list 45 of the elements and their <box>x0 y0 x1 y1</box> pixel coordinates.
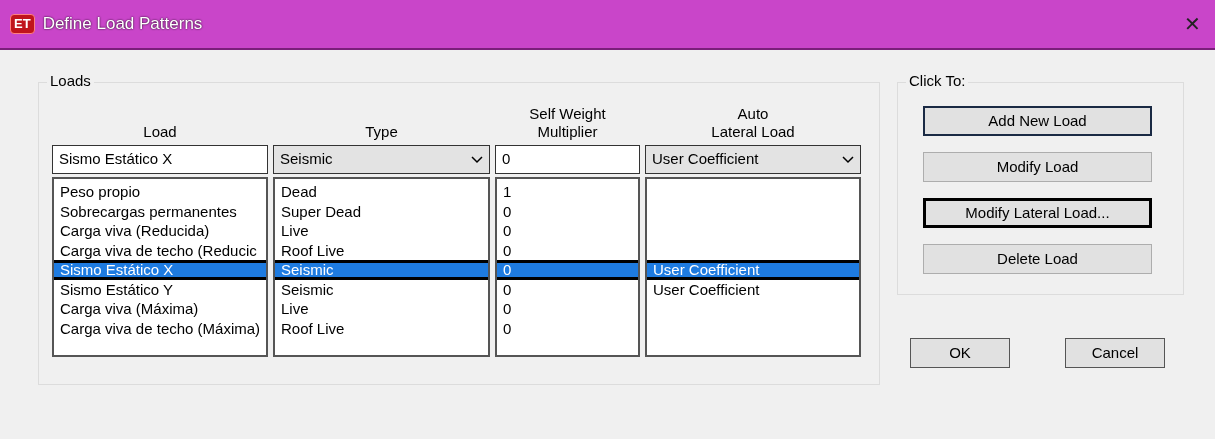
list-item[interactable]: Live <box>275 299 488 319</box>
list-item[interactable]: User Coefficient <box>647 279 859 299</box>
list-item[interactable]: Super Dead <box>275 201 488 221</box>
list-item[interactable]: 0 <box>497 299 638 319</box>
list-item[interactable]: 0 <box>497 201 638 221</box>
list-item[interactable]: 0 <box>497 318 638 338</box>
close-button[interactable]: ✕ <box>1180 9 1205 39</box>
input-field[interactable]: Sismo Estático X <box>52 145 268 174</box>
action-button[interactable]: Modify Load <box>923 152 1152 182</box>
list-item[interactable]: Live <box>275 221 488 241</box>
dialog-button[interactable]: Cancel <box>1065 338 1165 368</box>
dropdown[interactable]: Seismic <box>273 145 490 174</box>
list-item[interactable]: Sobrecargas permanentes <box>54 201 266 221</box>
list-item[interactable]: 1 <box>497 182 638 202</box>
action-button[interactable]: Modify Lateral Load... <box>923 198 1152 228</box>
column-header: Self Weight Multiplier <box>529 105 606 141</box>
column-header: Load <box>143 123 177 141</box>
list-item[interactable]: 0 <box>497 260 638 280</box>
action-button[interactable]: Delete Load <box>923 244 1152 274</box>
list-item[interactable]: Carga viva de techo (Reducic <box>54 240 266 260</box>
app-icon: ET <box>10 14 35 34</box>
list-item[interactable]: Carga viva de techo (Máxima) <box>54 318 266 338</box>
list-item[interactable]: Roof Live <box>275 318 488 338</box>
list-item[interactable]: User Coefficient <box>647 260 859 280</box>
column-header: Auto Lateral Load <box>711 105 795 141</box>
caret-icon <box>842 155 854 164</box>
input-field[interactable]: 0 <box>495 145 640 174</box>
list-item[interactable]: Seismic <box>275 279 488 299</box>
list-item[interactable]: Peso propio <box>54 182 266 202</box>
list-item[interactable]: 0 <box>497 279 638 299</box>
list-item[interactable]: Carga viva (Máxima) <box>54 299 266 319</box>
list-item[interactable]: Sismo Estático X <box>54 260 266 280</box>
list-item[interactable]: Seismic <box>275 260 488 280</box>
list-item[interactable]: Sismo Estático Y <box>54 279 266 299</box>
list-item[interactable]: 0 <box>497 240 638 260</box>
window-title: Define Load Patterns <box>42 13 203 36</box>
list-item[interactable]: Dead <box>275 182 488 202</box>
list-item[interactable]: 0 <box>497 221 638 241</box>
column-header: Type <box>365 123 398 141</box>
list-item[interactable]: Roof Live <box>275 240 488 260</box>
caret-icon <box>471 155 483 164</box>
dialog-button[interactable]: OK <box>910 338 1010 368</box>
list-item[interactable]: Carga viva (Reducida) <box>54 221 266 241</box>
action-button[interactable]: Add New Load <box>923 106 1152 136</box>
dropdown[interactable]: User Coefficient <box>645 145 861 174</box>
